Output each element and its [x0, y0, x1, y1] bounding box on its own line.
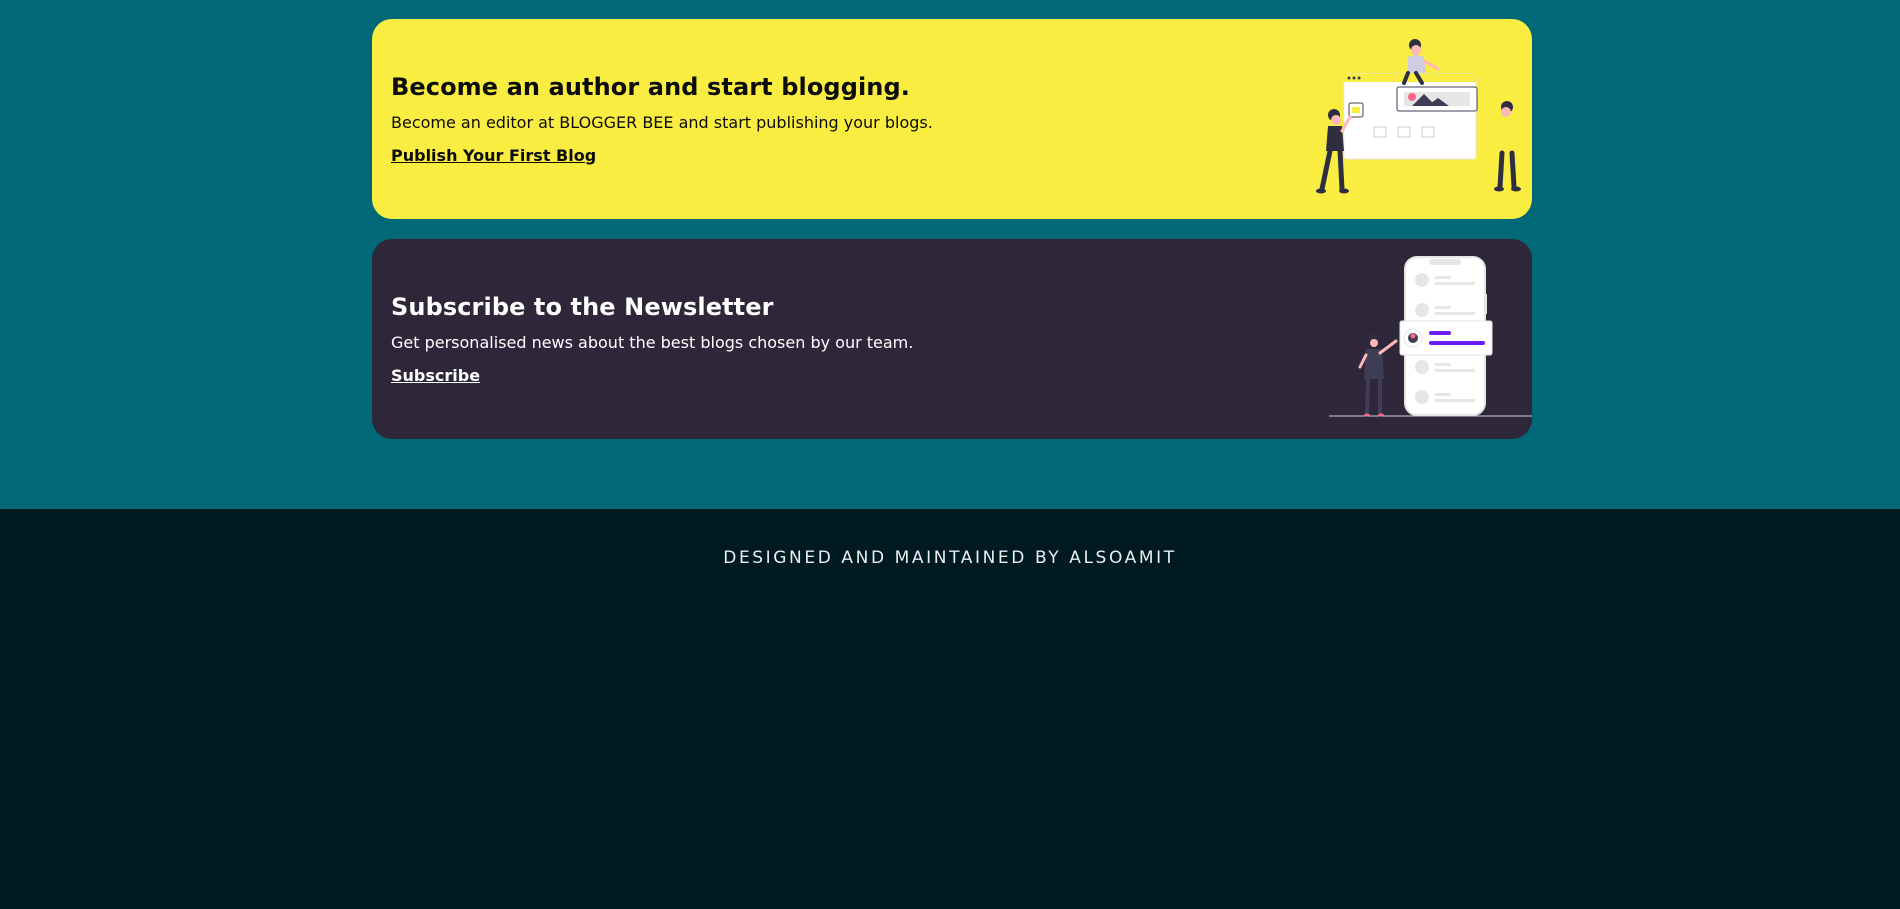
- newsletter-card: Subscribe to the Newsletter Get personal…: [372, 239, 1532, 439]
- newsletter-phone-illustration-icon: [1329, 256, 1532, 417]
- newsletter-text: Subscribe to the Newsletter Get personal…: [391, 239, 913, 439]
- become-author-card: Become an author and start blogging. Bec…: [372, 19, 1532, 219]
- publish-first-blog-link[interactable]: Publish Your First Blog: [391, 146, 933, 165]
- main-section: Become an author and start blogging. Bec…: [0, 0, 1900, 509]
- become-author-title: Become an author and start blogging.: [391, 73, 910, 101]
- become-author-text: Become an author and start blogging. Bec…: [391, 19, 933, 219]
- subscribe-link[interactable]: Subscribe: [391, 366, 913, 385]
- blogging-team-illustration-icon: [1316, 39, 1521, 194]
- newsletter-title: Subscribe to the Newsletter: [391, 293, 774, 321]
- newsletter-description: Get personalised news about the best blo…: [391, 333, 914, 352]
- become-author-description: Become an editor at BLOGGER BEE and star…: [391, 113, 933, 132]
- footer-credit: DESIGNED AND MAINTAINED BY ALSOAMIT: [723, 548, 1177, 568]
